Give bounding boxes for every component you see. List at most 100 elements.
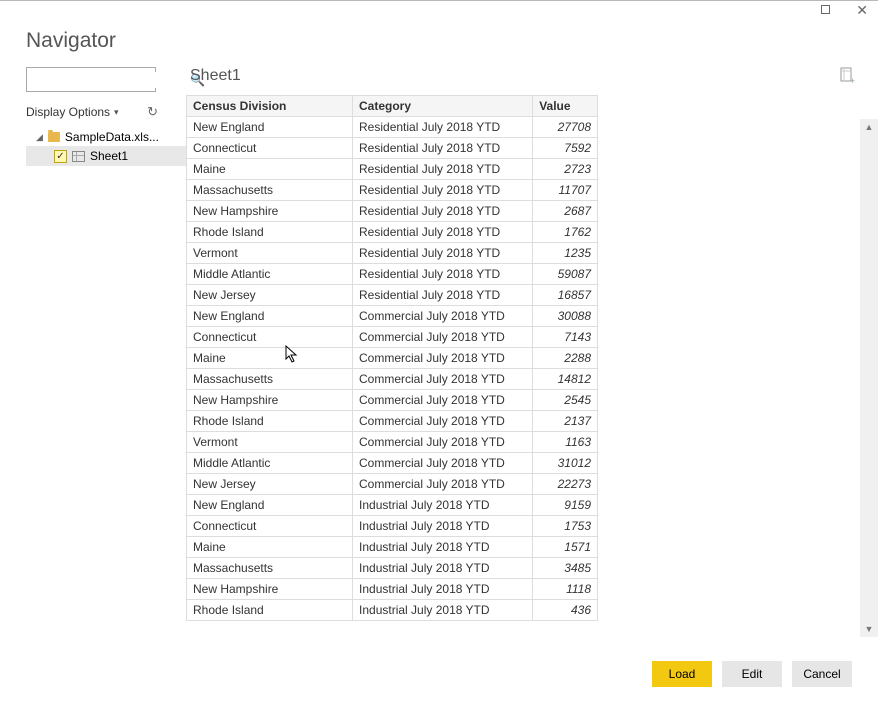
preview-title: Sheet1: [190, 67, 856, 85]
tree-sheet-node[interactable]: ✓ Sheet1: [26, 146, 186, 166]
close-icon[interactable]: ✕: [856, 2, 868, 19]
cell-category: Commercial July 2018 YTD: [353, 306, 533, 327]
cell-value: 30088: [533, 306, 598, 327]
table-row[interactable]: ConnecticutResidential July 2018 YTD7592: [187, 138, 598, 159]
table-row[interactable]: MassachusettsIndustrial July 2018 YTD348…: [187, 558, 598, 579]
table-row[interactable]: VermontCommercial July 2018 YTD1163: [187, 432, 598, 453]
cell-division: New England: [187, 306, 353, 327]
sheet-checkbox[interactable]: ✓: [54, 150, 67, 163]
cell-division: Massachusetts: [187, 369, 353, 390]
cell-category: Industrial July 2018 YTD: [353, 579, 533, 600]
cell-division: Maine: [187, 159, 353, 180]
table-header-row: Census Division Category Value: [187, 96, 598, 117]
search-input[interactable]: [31, 72, 190, 88]
source-tree: ◢ SampleData.xls... ✓ Sheet1: [26, 128, 186, 166]
nav-panel: 🔍 Display Options ▾ ↻ ◢ SampleData.xls..…: [26, 67, 186, 657]
cell-category: Commercial July 2018 YTD: [353, 327, 533, 348]
vertical-scrollbar[interactable]: ▲ ▼: [860, 119, 878, 637]
tree-file-node[interactable]: ◢ SampleData.xls...: [26, 128, 186, 146]
table-row[interactable]: New HampshireIndustrial July 2018 YTD111…: [187, 579, 598, 600]
chevron-down-icon: ▾: [114, 107, 119, 118]
table-row[interactable]: Middle AtlanticCommercial July 2018 YTD3…: [187, 453, 598, 474]
cell-category: Commercial July 2018 YTD: [353, 453, 533, 474]
cell-category: Residential July 2018 YTD: [353, 264, 533, 285]
cell-division: Vermont: [187, 432, 353, 453]
cell-value: 27708: [533, 117, 598, 138]
cell-division: Rhode Island: [187, 222, 353, 243]
scroll-down-icon[interactable]: ▼: [865, 621, 874, 637]
table-row[interactable]: New HampshireCommercial July 2018 YTD254…: [187, 390, 598, 411]
scroll-track[interactable]: [711, 135, 878, 621]
cancel-button[interactable]: Cancel: [792, 661, 852, 687]
cell-category: Commercial July 2018 YTD: [353, 348, 533, 369]
cell-category: Commercial July 2018 YTD: [353, 411, 533, 432]
cell-value: 1118: [533, 579, 598, 600]
search-box[interactable]: 🔍: [26, 67, 156, 92]
cell-value: 2137: [533, 411, 598, 432]
table-row[interactable]: New EnglandCommercial July 2018 YTD30088: [187, 306, 598, 327]
cell-division: Rhode Island: [187, 600, 353, 621]
cell-category: Industrial July 2018 YTD: [353, 537, 533, 558]
cell-division: Massachusetts: [187, 558, 353, 579]
table-row[interactable]: New EnglandIndustrial July 2018 YTD9159: [187, 495, 598, 516]
cell-division: Maine: [187, 537, 353, 558]
scroll-up-icon[interactable]: ▲: [865, 119, 874, 135]
table-row[interactable]: Rhode IslandCommercial July 2018 YTD2137: [187, 411, 598, 432]
table-row[interactable]: MassachusettsResidential July 2018 YTD11…: [187, 180, 598, 201]
cell-category: Commercial July 2018 YTD: [353, 474, 533, 495]
load-button[interactable]: Load: [652, 661, 712, 687]
cell-value: 1235: [533, 243, 598, 264]
cell-value: 2545: [533, 390, 598, 411]
table-row[interactable]: New HampshireResidential July 2018 YTD26…: [187, 201, 598, 222]
sheet-label: Sheet1: [90, 149, 128, 163]
edit-button[interactable]: Edit: [722, 661, 782, 687]
collapse-icon[interactable]: ◢: [36, 132, 43, 143]
sheet-icon: [72, 151, 85, 162]
file-label: SampleData.xls...: [65, 130, 159, 144]
cell-value: 7143: [533, 327, 598, 348]
cell-division: Middle Atlantic: [187, 453, 353, 474]
refresh-icon[interactable]: ↻: [147, 104, 158, 120]
cell-category: Commercial July 2018 YTD: [353, 369, 533, 390]
table-row[interactable]: New EnglandResidential July 2018 YTD2770…: [187, 117, 598, 138]
table-row[interactable]: VermontResidential July 2018 YTD1235: [187, 243, 598, 264]
table-row[interactable]: Middle AtlanticResidential July 2018 YTD…: [187, 264, 598, 285]
table-row[interactable]: MaineResidential July 2018 YTD2723: [187, 159, 598, 180]
table-row[interactable]: MaineCommercial July 2018 YTD2288: [187, 348, 598, 369]
cell-division: New England: [187, 117, 353, 138]
cell-division: New Hampshire: [187, 579, 353, 600]
table-row[interactable]: MaineIndustrial July 2018 YTD1571: [187, 537, 598, 558]
preview-table: Census Division Category Value New Engla…: [186, 95, 598, 621]
table-row[interactable]: New JerseyResidential July 2018 YTD16857: [187, 285, 598, 306]
display-options-label: Display Options: [26, 105, 110, 119]
table-row[interactable]: Rhode IslandResidential July 2018 YTD176…: [187, 222, 598, 243]
table-row[interactable]: MassachusettsCommercial July 2018 YTD148…: [187, 369, 598, 390]
cell-division: Vermont: [187, 243, 353, 264]
cell-division: New Jersey: [187, 474, 353, 495]
cell-value: 2687: [533, 201, 598, 222]
cell-category: Residential July 2018 YTD: [353, 138, 533, 159]
add-column-icon[interactable]: +: [840, 67, 856, 88]
cell-category: Industrial July 2018 YTD: [353, 600, 533, 621]
table-row[interactable]: ConnecticutIndustrial July 2018 YTD1753: [187, 516, 598, 537]
cell-category: Commercial July 2018 YTD: [353, 432, 533, 453]
col-header-division[interactable]: Census Division: [187, 96, 353, 117]
cell-value: 14812: [533, 369, 598, 390]
cell-value: 3485: [533, 558, 598, 579]
title-bar: ✕: [0, 1, 878, 19]
col-header-value[interactable]: Value: [533, 96, 598, 117]
cell-division: New Jersey: [187, 285, 353, 306]
display-options-dropdown[interactable]: Display Options ▾: [26, 105, 119, 119]
cell-category: Residential July 2018 YTD: [353, 222, 533, 243]
col-header-category[interactable]: Category: [353, 96, 533, 117]
cell-division: Maine: [187, 348, 353, 369]
folder-icon: [48, 132, 60, 142]
cell-category: Residential July 2018 YTD: [353, 180, 533, 201]
table-row[interactable]: Rhode IslandIndustrial July 2018 YTD436: [187, 600, 598, 621]
cell-category: Industrial July 2018 YTD: [353, 558, 533, 579]
table-row[interactable]: ConnecticutCommercial July 2018 YTD7143: [187, 327, 598, 348]
maximize-icon[interactable]: [821, 3, 830, 17]
table-row[interactable]: New JerseyCommercial July 2018 YTD22273: [187, 474, 598, 495]
cell-category: Residential July 2018 YTD: [353, 117, 533, 138]
cell-value: 2288: [533, 348, 598, 369]
